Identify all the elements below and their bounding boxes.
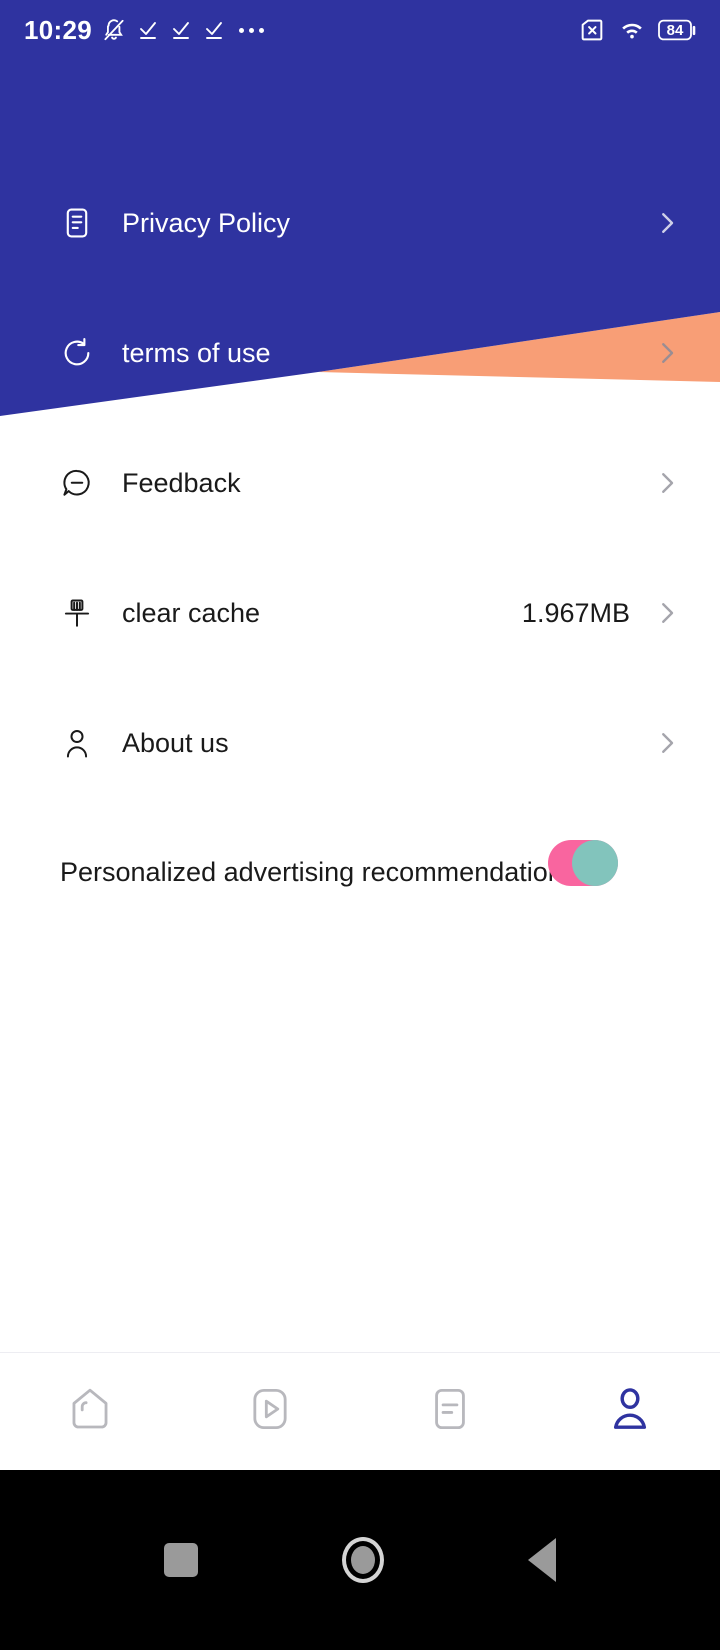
sim-card-disabled-icon — [581, 19, 603, 41]
chevron-right-icon — [652, 728, 682, 758]
bell-muted-icon — [104, 19, 124, 41]
document-icon — [424, 1383, 476, 1440]
list-top-spacer — [0, 60, 720, 158]
settings-row-label: terms of use — [122, 337, 271, 368]
chevron-right-icon — [652, 208, 682, 238]
personalized-advertising-row[interactable]: Personalized advertising recommendation — [0, 838, 720, 906]
chevron-right-icon — [652, 598, 682, 628]
status-bar: 10:29 84 — [0, 0, 720, 60]
status-bar-right: 84 — [578, 16, 698, 44]
settings-row-label: Privacy Policy — [122, 207, 291, 238]
personalized-advertising-label: Personalized advertising recommendation — [60, 856, 560, 887]
tab-profile[interactable] — [540, 1353, 720, 1470]
person-icon — [60, 726, 106, 760]
status-clock: 10:29 — [24, 15, 92, 45]
settings-row-privacy-policy[interactable]: Privacy Policy — [0, 158, 720, 288]
status-bar-left: 10:29 — [24, 17, 264, 43]
square-icon[interactable] — [164, 1543, 198, 1577]
settings-row-clear-cache[interactable]: clear cache 1.967MB — [0, 548, 720, 678]
phone-screen: 10:29 84 Privacy Policy terms of use Fee… — [0, 0, 720, 1650]
bottom-tab-bar — [0, 1352, 720, 1470]
refresh-circle-icon — [60, 336, 106, 370]
settings-row-label: clear cache — [122, 597, 261, 628]
settings-row-feedback[interactable]: Feedback — [0, 418, 720, 548]
system-navigation-bar — [0, 1470, 720, 1650]
chevron-right-icon — [652, 468, 682, 498]
battery-level-text: 84 — [666, 21, 684, 39]
overflow-dots-icon — [239, 27, 264, 33]
person-icon — [604, 1383, 656, 1440]
triangle-back-icon[interactable] — [528, 1538, 556, 1582]
home-icon — [64, 1383, 116, 1440]
play-icon — [244, 1383, 296, 1440]
check-underline-icon — [173, 22, 189, 39]
speech-bubble-icon — [60, 466, 106, 500]
settings-list: Privacy Policy terms of use Feedback cle… — [0, 60, 720, 808]
wifi-icon — [622, 23, 642, 39]
settings-row-about-us[interactable]: About us — [0, 678, 720, 808]
toggle-knob — [572, 840, 618, 886]
battery-icon: 84 — [658, 19, 698, 41]
chevron-right-icon — [652, 338, 682, 368]
tab-home[interactable] — [0, 1353, 180, 1470]
settings-row-label: About us — [122, 727, 229, 758]
check-underline-icon — [140, 22, 156, 39]
document-lines-icon — [60, 206, 106, 240]
check-underline-icon — [206, 22, 222, 39]
tab-feed[interactable] — [360, 1353, 540, 1470]
settings-row-terms-of-use[interactable]: terms of use — [0, 288, 720, 418]
settings-row-label: Feedback — [122, 467, 241, 498]
personalized-advertising-toggle[interactable] — [548, 840, 618, 886]
broom-icon — [60, 596, 106, 630]
tab-video[interactable] — [180, 1353, 360, 1470]
cache-size-value: 1.967MB — [521, 597, 630, 628]
circle-icon[interactable] — [342, 1537, 384, 1583]
